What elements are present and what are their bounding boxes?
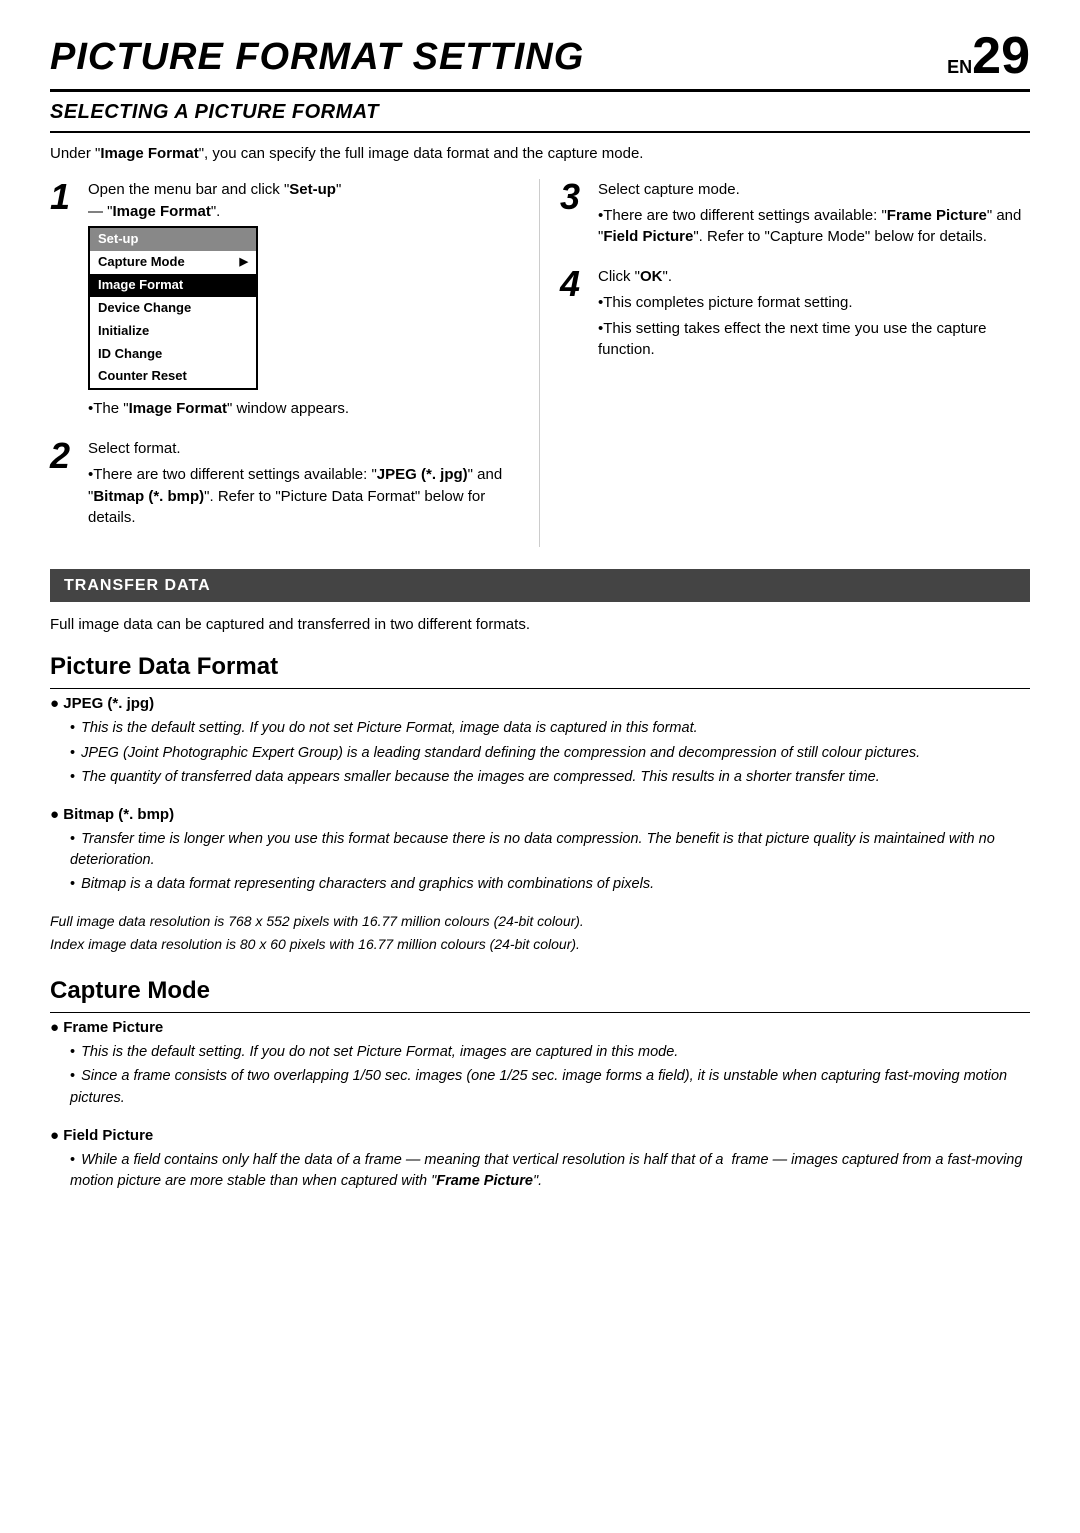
- field-picture-bullet-list: While a field contains only half the dat…: [50, 1150, 1030, 1192]
- frame-picture-heading-text: Frame Picture: [63, 1019, 163, 1036]
- step-1-image-note: •The "Image Format" window appears.: [88, 398, 519, 420]
- step-3-content: Select capture mode. •There are two diff…: [598, 179, 1030, 252]
- menu-capture-mode-arrow: ▶: [240, 255, 248, 271]
- jpeg-bullet-list: This is the default setting. If you do n…: [50, 718, 1030, 787]
- bitmap-bullet-list: Transfer time is longer when you use thi…: [50, 829, 1030, 895]
- page-header: PICTURE FORMAT SETTING EN 29: [50, 30, 1030, 92]
- picture-data-format-section: Picture Data Format ● JPEG (*. jpg) This…: [50, 650, 1030, 954]
- menu-device-change-label: Device Change: [98, 299, 191, 318]
- step-4-detail2: •This setting takes effect the next time…: [598, 318, 1030, 362]
- step-2: 2 Select format. •There are two differen…: [50, 438, 519, 533]
- field-picture-subsection: ● Field Picture While a field contains o…: [50, 1125, 1030, 1193]
- resolution-note-2: Index image data resolution is 80 x 60 p…: [50, 934, 1030, 954]
- frame-picture-subsection: ● Frame Picture This is the default sett…: [50, 1017, 1030, 1109]
- bitmap-heading: ● Bitmap (*. bmp): [50, 804, 1030, 826]
- en-label: EN: [947, 54, 972, 80]
- step-4-content: Click "OK". •This completes picture form…: [598, 266, 1030, 365]
- frame-bullet-2: Since a frame consists of two overlappin…: [70, 1066, 1030, 1108]
- resolution-note-1: Full image data resolution is 768 x 552 …: [50, 911, 1030, 931]
- field-bullet-1: While a field contains only half the dat…: [70, 1150, 1030, 1192]
- step-3: 3 Select capture mode. •There are two di…: [560, 179, 1030, 252]
- bitmap-bullet-2: Bitmap is a data format representing cha…: [70, 874, 1030, 895]
- field-picture-heading: ● Field Picture: [50, 1125, 1030, 1147]
- steps-right-column: 3 Select capture mode. •There are two di…: [540, 179, 1030, 547]
- page-number: 29: [972, 30, 1030, 82]
- menu-id-change: ID Change: [90, 343, 256, 366]
- menu-title: Set-up: [90, 228, 256, 251]
- step-2-detail: •There are two different settings availa…: [88, 464, 519, 529]
- bitmap-heading-text: Bitmap (*. bmp): [63, 806, 174, 823]
- step-4: 4 Click "OK". •This completes picture fo…: [560, 266, 1030, 365]
- step-3-detail: •There are two different settings availa…: [598, 205, 1030, 249]
- step-2-text: Select format.: [88, 438, 519, 460]
- jpeg-bullet-1: This is the default setting. If you do n…: [70, 718, 1030, 739]
- menu-id-change-label: ID Change: [98, 345, 162, 364]
- capture-mode-section: Capture Mode ● Frame Picture This is the…: [50, 974, 1030, 1192]
- frame-bullet-1: This is the default setting. If you do n…: [70, 1042, 1030, 1063]
- steps-grid: 1 Open the menu bar and click "Set-up"— …: [50, 179, 1030, 547]
- step-4-text: Click "OK".: [598, 266, 1030, 288]
- step-2-content: Select format. •There are two different …: [88, 438, 519, 533]
- page-subtitle: SELECTING A PICTURE FORMAT: [50, 98, 1030, 133]
- menu-image-format-label: Image Format: [98, 276, 183, 295]
- step-1-text: Open the menu bar and click "Set-up"— "I…: [88, 179, 519, 223]
- step-3-number: 3: [560, 179, 588, 252]
- frame-picture-heading: ● Frame Picture: [50, 1017, 1030, 1039]
- jpeg-subsection: ● JPEG (*. jpg) This is the default sett…: [50, 693, 1030, 788]
- menu-capture-mode-label: Capture Mode: [98, 253, 185, 272]
- menu-image-format: Image Format: [90, 274, 256, 297]
- step-3-text: Select capture mode.: [598, 179, 1030, 201]
- menu-counter-reset-label: Counter Reset: [98, 367, 187, 386]
- step-1-number: 1: [50, 179, 78, 424]
- step-1-content: Open the menu bar and click "Set-up"— "I…: [88, 179, 519, 424]
- menu-capture-mode: Capture Mode ▶: [90, 251, 256, 274]
- menu-counter-reset: Counter Reset: [90, 365, 256, 388]
- jpeg-bullet-2: JPEG (Joint Photographic Expert Group) i…: [70, 743, 1030, 764]
- bitmap-subsection: ● Bitmap (*. bmp) Transfer time is longe…: [50, 804, 1030, 896]
- capture-mode-heading: Capture Mode: [50, 974, 1030, 1013]
- step-4-detail1: •This completes picture format setting.: [598, 292, 1030, 314]
- setup-menu: Set-up Capture Mode ▶ Image Format Devic…: [88, 226, 258, 390]
- field-picture-heading-text: Field Picture: [63, 1127, 153, 1144]
- jpeg-heading-text: JPEG (*. jpg): [63, 695, 154, 712]
- bitmap-bullet-1: Transfer time is longer when you use thi…: [70, 829, 1030, 871]
- jpeg-bullet-3: The quantity of transferred data appears…: [70, 767, 1030, 788]
- picture-data-format-heading: Picture Data Format: [50, 650, 1030, 689]
- page-number-block: EN 29: [947, 30, 1030, 82]
- frame-picture-bullet-list: This is the default setting. If you do n…: [50, 1042, 1030, 1108]
- jpeg-heading: ● JPEG (*. jpg): [50, 693, 1030, 715]
- step-2-number: 2: [50, 438, 78, 533]
- page-title: PICTURE FORMAT SETTING: [50, 30, 584, 85]
- menu-initialize-label: Initialize: [98, 322, 149, 341]
- transfer-banner: TRANSFER DATA: [50, 569, 1030, 602]
- menu-device-change: Device Change: [90, 297, 256, 320]
- step-1: 1 Open the menu bar and click "Set-up"— …: [50, 179, 519, 424]
- step-4-number: 4: [560, 266, 588, 365]
- transfer-intro: Full image data can be captured and tran…: [50, 614, 1030, 636]
- menu-initialize: Initialize: [90, 320, 256, 343]
- intro-paragraph: Under "Image Format", you can specify th…: [50, 143, 1030, 165]
- steps-left-column: 1 Open the menu bar and click "Set-up"— …: [50, 179, 540, 547]
